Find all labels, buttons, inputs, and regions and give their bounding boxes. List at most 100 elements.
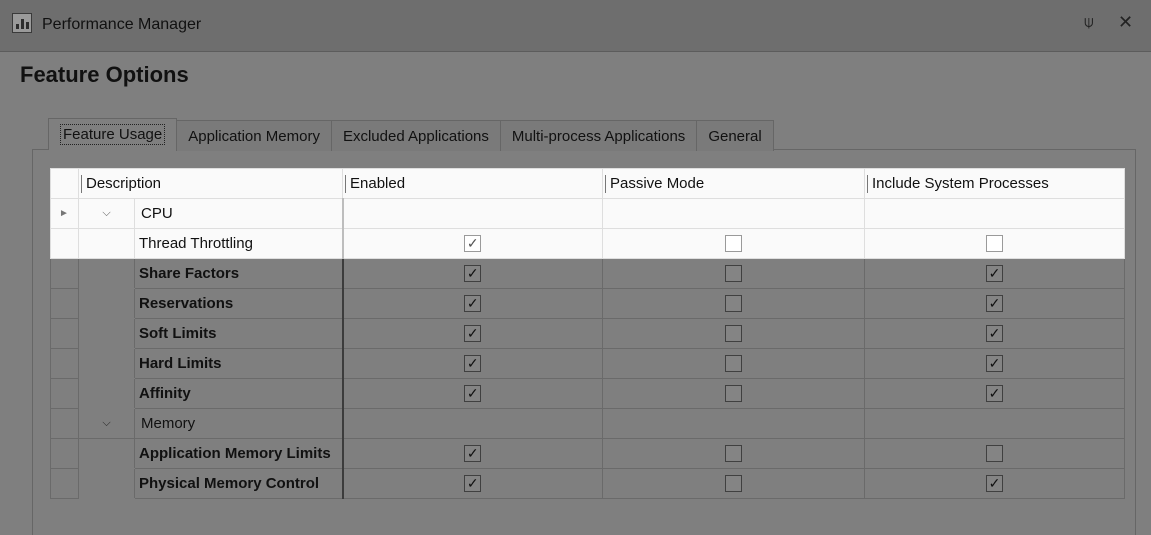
feature-row[interactable]: Hard Limits ✓ ✓ bbox=[50, 348, 1125, 379]
group-row-cpu[interactable]: ► ⌵ CPU bbox=[50, 198, 1125, 229]
enabled-cell: ✓ bbox=[342, 318, 603, 349]
feature-name-cell: Reservations bbox=[134, 288, 344, 319]
feature-name-cell: Share Factors bbox=[134, 258, 344, 289]
system-checkbox[interactable]: ✓ bbox=[986, 385, 1003, 403]
chevron-down-icon: ⌵ bbox=[102, 207, 111, 219]
passive-checkbox[interactable] bbox=[725, 235, 742, 253]
system-cell: ✓ bbox=[864, 348, 1125, 379]
chevron-down-icon: ⌵ bbox=[102, 417, 111, 429]
expand-toggle[interactable]: ⌵ bbox=[78, 408, 135, 439]
row-selector[interactable] bbox=[50, 348, 79, 379]
passive-cell bbox=[602, 378, 865, 409]
row-selector[interactable] bbox=[50, 468, 79, 499]
feature-name-cell: Physical Memory Control bbox=[134, 468, 344, 499]
system-checkbox[interactable]: ✓ bbox=[986, 325, 1003, 343]
indent-cell bbox=[78, 258, 135, 289]
passive-cell bbox=[602, 438, 865, 469]
system-cell: ✓ bbox=[864, 378, 1125, 409]
system-checkbox[interactable]: ✓ bbox=[986, 295, 1003, 313]
row-selector[interactable] bbox=[50, 438, 79, 469]
feature-row[interactable]: Thread Throttling ✓ bbox=[50, 228, 1125, 259]
indent-cell bbox=[78, 378, 135, 409]
indent-cell bbox=[78, 318, 135, 349]
close-icon[interactable]: ✕ bbox=[1118, 12, 1133, 33]
indent-cell bbox=[78, 348, 135, 379]
feature-row[interactable]: Share Factors ✓ ✓ bbox=[50, 258, 1125, 289]
system-checkbox[interactable] bbox=[986, 235, 1003, 253]
column-header-description[interactable]: Description bbox=[78, 168, 343, 199]
tab-strip: Feature Usage Application Memory Exclude… bbox=[48, 118, 774, 151]
system-checkbox[interactable]: ✓ bbox=[986, 355, 1003, 373]
feature-row[interactable]: Soft Limits ✓ ✓ bbox=[50, 318, 1125, 349]
tab-excluded-applications[interactable]: Excluded Applications bbox=[330, 120, 501, 151]
enabled-cell: ✓ bbox=[342, 468, 603, 499]
passive-checkbox[interactable] bbox=[725, 325, 742, 343]
row-selector[interactable] bbox=[50, 288, 79, 319]
system-checkbox[interactable]: ✓ bbox=[986, 475, 1003, 493]
system-cell: ✓ bbox=[864, 288, 1125, 319]
pin-icon[interactable]: ⍦ bbox=[1084, 14, 1094, 32]
row-selector[interactable] bbox=[50, 408, 79, 439]
group-label-cell: CPU bbox=[134, 198, 344, 229]
passive-checkbox[interactable] bbox=[725, 265, 742, 283]
group-cell bbox=[342, 198, 603, 229]
system-checkbox[interactable]: ✓ bbox=[986, 265, 1003, 283]
system-checkbox[interactable] bbox=[986, 445, 1003, 463]
enabled-cell: ✓ bbox=[342, 348, 603, 379]
feature-row[interactable]: Application Memory Limits ✓ bbox=[50, 438, 1125, 469]
enabled-cell: ✓ bbox=[342, 258, 603, 289]
enabled-checkbox[interactable]: ✓ bbox=[464, 265, 482, 283]
passive-checkbox[interactable] bbox=[725, 475, 742, 493]
group-cell bbox=[342, 408, 603, 439]
feature-name-cell: Soft Limits bbox=[134, 318, 344, 349]
tab-general[interactable]: General bbox=[696, 120, 774, 151]
enabled-checkbox[interactable]: ✓ bbox=[464, 235, 482, 253]
passive-checkbox[interactable] bbox=[725, 385, 742, 403]
passive-checkbox[interactable] bbox=[725, 295, 742, 313]
feature-row[interactable]: Physical Memory Control ✓ ✓ bbox=[50, 468, 1125, 499]
tab-multi-process-applications[interactable]: Multi-process Applications bbox=[499, 120, 698, 151]
passive-cell bbox=[602, 288, 865, 319]
passive-cell bbox=[602, 228, 865, 259]
group-row-memory[interactable]: ⌵ Memory bbox=[50, 408, 1125, 439]
feature-grid: Description Enabled Passive Mode Include… bbox=[50, 168, 1125, 499]
passive-cell bbox=[602, 348, 865, 379]
tab-application-memory[interactable]: Application Memory bbox=[176, 120, 332, 151]
indent-cell bbox=[78, 288, 135, 319]
enabled-cell: ✓ bbox=[342, 438, 603, 469]
tab-feature-usage[interactable]: Feature Usage bbox=[48, 118, 178, 150]
system-cell bbox=[864, 228, 1125, 259]
window-title: Performance Manager bbox=[42, 16, 202, 33]
passive-cell bbox=[602, 468, 865, 499]
row-selector[interactable] bbox=[50, 318, 79, 349]
enabled-checkbox[interactable]: ✓ bbox=[464, 355, 482, 373]
passive-checkbox[interactable] bbox=[725, 355, 742, 373]
system-cell: ✓ bbox=[864, 468, 1125, 499]
enabled-checkbox[interactable]: ✓ bbox=[464, 325, 482, 343]
feature-row[interactable]: Reservations ✓ ✓ bbox=[50, 288, 1125, 319]
expand-toggle[interactable]: ⌵ bbox=[78, 198, 135, 229]
system-cell bbox=[864, 438, 1125, 469]
enabled-cell: ✓ bbox=[342, 288, 603, 319]
passive-checkbox[interactable] bbox=[725, 445, 742, 463]
header-row: Description Enabled Passive Mode Include… bbox=[50, 168, 1125, 199]
column-header-passive-mode[interactable]: Passive Mode bbox=[602, 168, 865, 199]
enabled-cell: ✓ bbox=[342, 228, 603, 259]
row-selector[interactable]: ► bbox=[50, 198, 79, 229]
enabled-checkbox[interactable]: ✓ bbox=[464, 445, 482, 463]
passive-cell bbox=[602, 318, 865, 349]
row-selector[interactable] bbox=[50, 378, 79, 409]
feature-row[interactable]: Affinity ✓ ✓ bbox=[50, 378, 1125, 409]
page-title: Feature Options bbox=[20, 62, 189, 87]
enabled-checkbox[interactable]: ✓ bbox=[464, 295, 482, 313]
column-header-enabled[interactable]: Enabled bbox=[342, 168, 603, 199]
enabled-checkbox[interactable]: ✓ bbox=[464, 385, 482, 403]
column-header-include-system-processes[interactable]: Include System Processes bbox=[864, 168, 1125, 199]
enabled-checkbox[interactable]: ✓ bbox=[464, 475, 482, 493]
corner-cell bbox=[50, 168, 79, 199]
row-selector[interactable] bbox=[50, 228, 79, 259]
feature-name-cell: Hard Limits bbox=[134, 348, 344, 379]
title-bar: Performance Manager ⍦ ✕ bbox=[0, 0, 1151, 52]
row-selector[interactable] bbox=[50, 258, 79, 289]
system-cell: ✓ bbox=[864, 318, 1125, 349]
